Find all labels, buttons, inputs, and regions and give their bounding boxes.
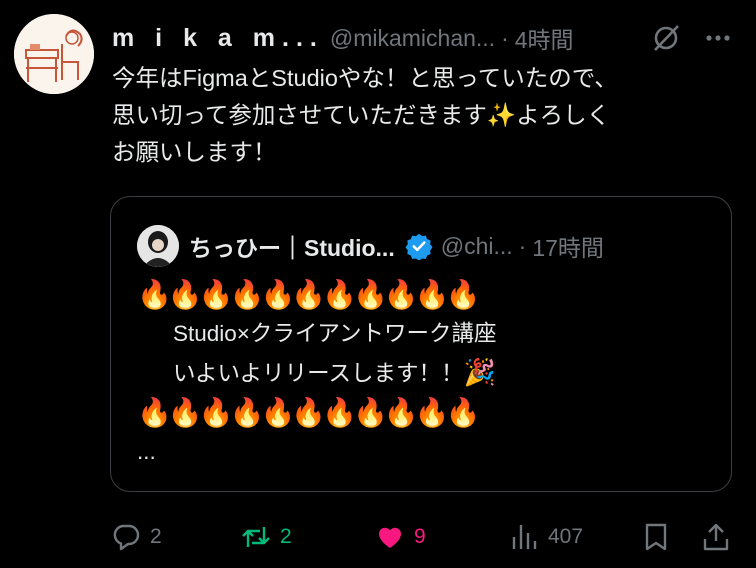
separator-dot: · [501,24,509,51]
tweet-text: 今年はFigmaとStudioやな！と思っていたので、 思い切って参加させていた… [112,60,742,171]
tweet-text-line: お願いします！ [112,139,277,165]
avatar[interactable] [14,14,94,94]
avatar-illustration [14,14,94,94]
quoted-tweet-card[interactable]: ちっひー｜Studio... @chi... · 17時間 🔥🔥🔥🔥🔥🔥🔥🔥🔥🔥… [110,196,732,492]
retweet-button[interactable]: 2 [240,515,292,559]
quoted-text: 🔥🔥🔥🔥🔥🔥🔥🔥🔥🔥🔥 Studio×クライアントワーク講座 いよいよリリースし… [137,275,717,471]
heart-icon [378,527,402,548]
action-bar: 2 2 9 407 [110,515,740,559]
reply-icon [113,524,140,551]
grok-icon[interactable] [648,20,684,56]
quoted-avatar[interactable] [137,225,179,267]
more-options-icon[interactable] [700,20,736,56]
party-popper-emoji: 🎉 [463,357,496,387]
quoted-header: ちっひー｜Studio... @chi... · 17時間 [189,225,719,267]
reply-count: 2 [150,525,162,548]
tweet-text-line: 今年はFigmaとStudioやな！と思っていたので、 [112,65,618,91]
quoted-timestamp[interactable]: 17時間 [532,229,604,263]
separator-dot: · [518,232,527,259]
view-count: 407 [548,525,584,548]
quoted-avatar-image [137,225,179,267]
reply-button[interactable]: 2 [110,515,162,559]
share-button[interactable] [700,515,732,559]
quoted-handle[interactable]: @chi... [441,233,513,260]
quoted-text-span: いよいよリリースします！！ [173,361,464,386]
fire-emoji-row: 🔥🔥🔥🔥🔥🔥🔥🔥🔥🔥🔥 [137,397,481,428]
bookmark-icon [645,523,667,551]
verified-badge-icon [405,233,433,260]
quoted-text-line: Studio×クライアントワーク講座 [173,321,497,346]
truncation-ellipsis: ... [137,439,156,464]
like-button[interactable]: 9 [374,515,426,559]
timestamp[interactable]: 4時間 [515,21,574,55]
views-button[interactable]: 407 [508,515,583,559]
retweet-count: 2 [280,525,292,548]
tweet-text-line: 思い切って参加させていただきます✨よろしく [112,102,611,128]
quoted-text-line: いよいよリリースします！！🎉 [137,353,717,393]
bookmark-button[interactable] [640,515,672,559]
user-handle[interactable]: @mikamichan... [330,25,495,52]
share-icon [703,523,729,551]
analytics-icon [512,525,537,549]
retweet-icon [242,527,270,547]
like-count: 9 [414,525,426,548]
tweet-header: m i k a m... @mikamichan... · 4時間 [112,18,742,58]
fire-emoji-row: 🔥🔥🔥🔥🔥🔥🔥🔥🔥🔥🔥 [137,279,481,310]
quoted-display-name[interactable]: ちっひー｜Studio... [189,229,395,263]
display-name[interactable]: m i k a m... [112,24,324,53]
